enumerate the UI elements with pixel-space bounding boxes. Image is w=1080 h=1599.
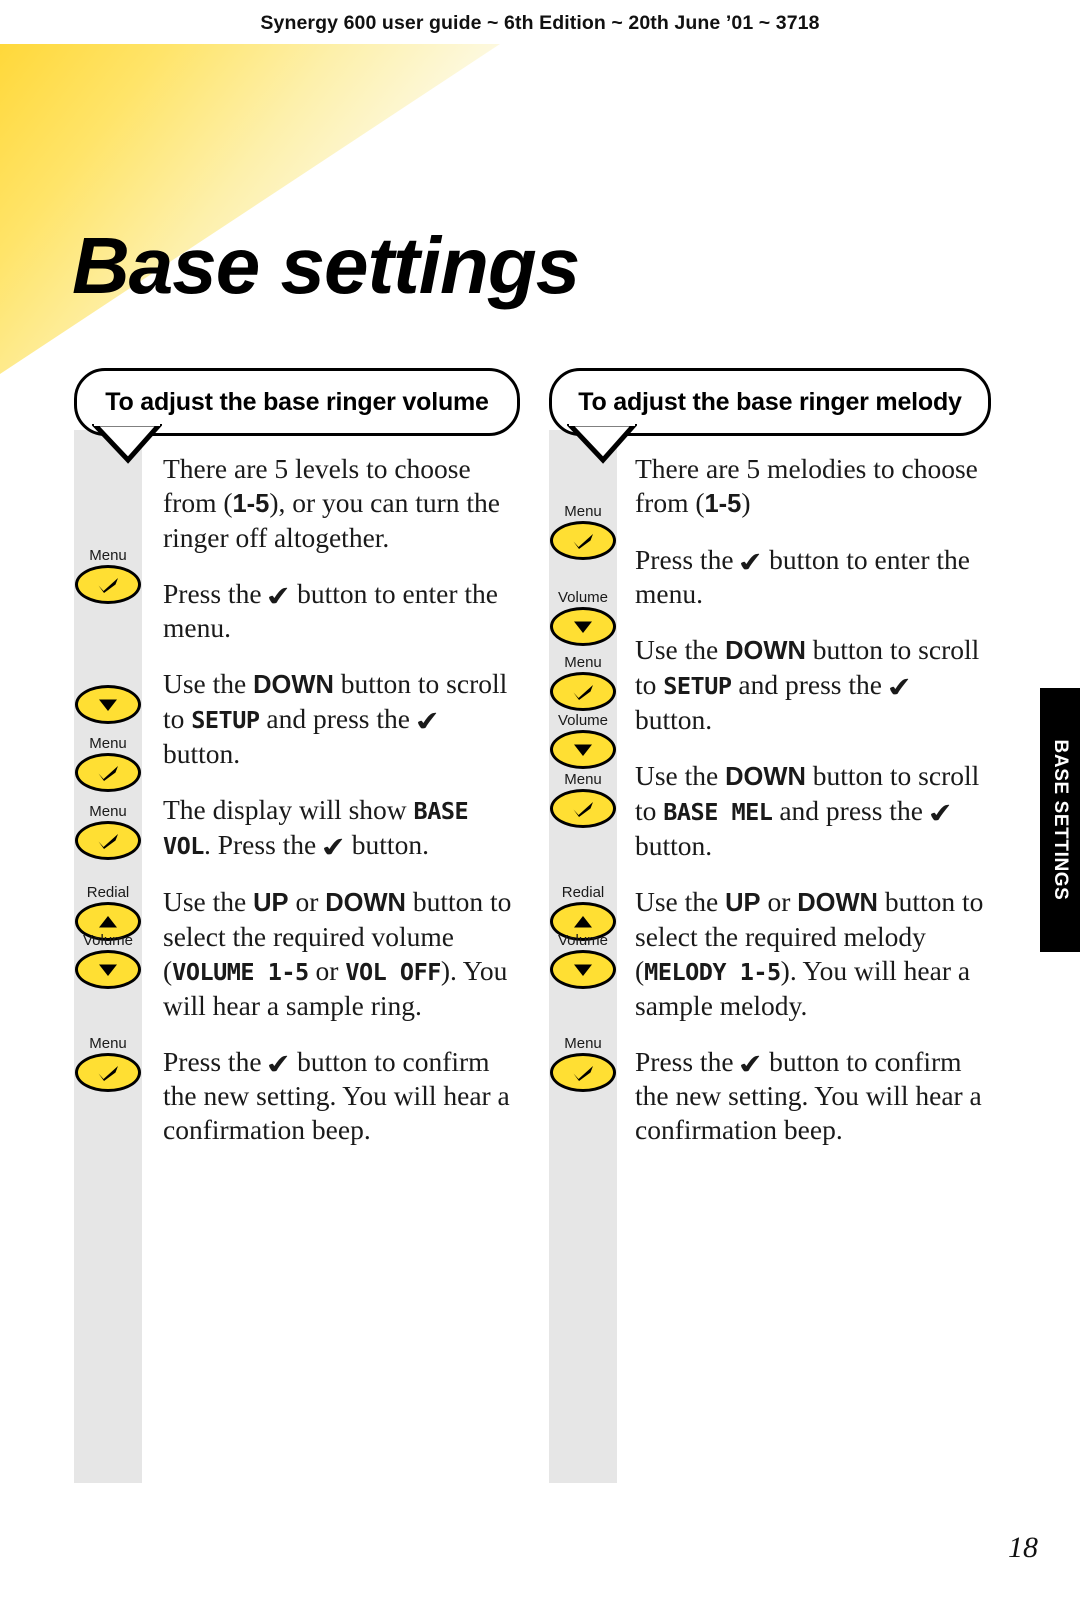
check-icon[interactable]	[75, 565, 141, 604]
lcd-display-text: SETUP	[191, 706, 260, 734]
instruction-paragraph: Use the UP or DOWN button to select the …	[163, 886, 512, 1021]
phone-button-volume[interactable]: Volume	[74, 933, 142, 989]
phone-button-caption: Menu	[89, 803, 127, 820]
running-head: Synergy 600 user guide ~ 6th Edition ~ 2…	[260, 12, 820, 34]
check-icon[interactable]	[75, 821, 141, 860]
check-icon[interactable]	[550, 789, 616, 828]
check-icon[interactable]	[550, 521, 616, 560]
phone-button-caption: Menu	[89, 735, 127, 752]
section-ringer-melody: To adjust the base ringer melody Menu Vol…	[549, 368, 991, 1483]
phone-button-volume[interactable]: Volume	[549, 933, 617, 989]
check-icon: ✔	[263, 580, 296, 614]
emphasis-text: UP	[253, 889, 289, 917]
emphasis-text: DOWN	[797, 889, 878, 917]
phone-button-caption: Menu	[564, 654, 602, 671]
phone-button-menu[interactable]: Menu	[549, 772, 617, 828]
down-arrow-icon[interactable]	[550, 607, 616, 646]
phone-button-down-triangle[interactable]	[74, 668, 142, 724]
lcd-display-text: VOL OFF	[345, 958, 441, 986]
lcd-display-text: BASE MEL	[663, 798, 773, 826]
callout-label: To adjust the base ringer melody	[578, 387, 962, 416]
phone-button-caption: Volume	[557, 589, 609, 606]
check-icon: ✔	[883, 671, 916, 705]
check-icon[interactable]	[550, 672, 616, 711]
down-arrow-icon[interactable]	[550, 950, 616, 989]
check-icon: ✔	[735, 546, 768, 580]
check-icon: ✔	[924, 797, 957, 831]
instruction-paragraph: Use the DOWN button to scroll to BASE ME…	[635, 760, 980, 861]
phone-button-menu[interactable]: Menu	[74, 736, 142, 792]
down-arrow-icon[interactable]	[75, 950, 141, 989]
phone-button-caption: Redial	[86, 884, 130, 901]
instruction-paragraph: Use the UP or DOWN button to select the …	[635, 886, 984, 1021]
phone-button-caption: Menu	[89, 1035, 127, 1052]
instruction-paragraph: Use the DOWN button to scroll to SETUP a…	[635, 634, 980, 735]
check-icon: ✔	[263, 1048, 296, 1082]
emphasis-text: 1-5	[232, 490, 270, 518]
phone-button-volume[interactable]: Volume	[549, 713, 617, 769]
section-ringer-volume: To adjust the base ringer volume Menu Me…	[74, 368, 520, 1483]
callout-label: To adjust the base ringer volume	[105, 387, 489, 416]
corner-gradient-wedge	[0, 44, 500, 374]
phone-button-caption: Volume	[557, 712, 609, 729]
instruction-text: There are 5 melodies to choose from (1-5…	[635, 452, 987, 1169]
instruction-paragraph: There are 5 melodies to choose from (1-5…	[635, 453, 978, 518]
check-icon: ✔	[317, 831, 351, 865]
lcd-display-text: SETUP	[663, 672, 732, 700]
instruction-paragraph: Press the ✔ button to enter the menu.	[635, 544, 970, 609]
side-tab-label: BASE SETTINGS	[1050, 739, 1071, 901]
instruction-paragraph: The display will show BASE VOL. Press th…	[163, 794, 469, 865]
check-icon[interactable]	[550, 1053, 616, 1092]
lcd-display-text: MELODY 1-5	[644, 958, 781, 986]
emphasis-text: UP	[725, 889, 761, 917]
down-arrow-icon[interactable]	[550, 730, 616, 769]
phone-button-caption: Menu	[89, 547, 127, 564]
callout-tail-icon	[92, 424, 162, 464]
phone-button-menu[interactable]: Menu	[549, 504, 617, 560]
instruction-paragraph: Use the DOWN button to scroll to SETUP a…	[163, 668, 508, 769]
check-icon[interactable]	[75, 1053, 141, 1092]
emphasis-text: 1-5	[704, 490, 742, 518]
phone-button-caption: Menu	[564, 503, 602, 520]
emphasis-text: DOWN	[725, 763, 806, 791]
instruction-paragraph: There are 5 levels to choose from (1-5),…	[163, 453, 500, 553]
instruction-paragraph: Press the ✔ button to confirm the new se…	[635, 1046, 982, 1145]
instruction-text: There are 5 levels to choose from (1-5),…	[163, 452, 515, 1169]
phone-button-caption: Volume	[82, 932, 134, 949]
page-title: Base settings	[72, 220, 580, 310]
emphasis-text: DOWN	[253, 671, 334, 699]
phone-button-caption: Menu	[564, 771, 602, 788]
phone-button-menu[interactable]: Menu	[74, 548, 142, 604]
lcd-display-text: BASE VOL	[163, 797, 469, 860]
side-thumb-tab: BASE SETTINGS	[1040, 688, 1080, 952]
callout-tail-icon	[567, 424, 637, 464]
phone-button-menu[interactable]: Menu	[549, 1036, 617, 1092]
instruction-paragraph: Press the ✔ button to confirm the new se…	[163, 1046, 510, 1145]
page-number: 18	[1008, 1531, 1038, 1564]
phone-button-caption: Redial	[561, 884, 605, 901]
phone-button-menu[interactable]: Menu	[549, 655, 617, 711]
phone-button-caption-spacer	[74, 668, 142, 684]
phone-button-caption: Menu	[564, 1035, 602, 1052]
down-arrow-icon[interactable]	[75, 685, 141, 724]
phone-button-volume[interactable]: Volume	[549, 590, 617, 646]
lcd-display-text: VOLUME 1-5	[172, 958, 309, 986]
phone-button-menu[interactable]: Menu	[74, 804, 142, 860]
instruction-paragraph: Press the ✔ button to enter the menu.	[163, 578, 498, 643]
emphasis-text: DOWN	[725, 637, 806, 665]
phone-button-menu[interactable]: Menu	[74, 1036, 142, 1092]
emphasis-text: DOWN	[325, 889, 406, 917]
check-icon: ✔	[411, 705, 444, 739]
check-icon[interactable]	[75, 753, 141, 792]
phone-button-caption: Volume	[557, 932, 609, 949]
check-icon: ✔	[735, 1048, 768, 1082]
